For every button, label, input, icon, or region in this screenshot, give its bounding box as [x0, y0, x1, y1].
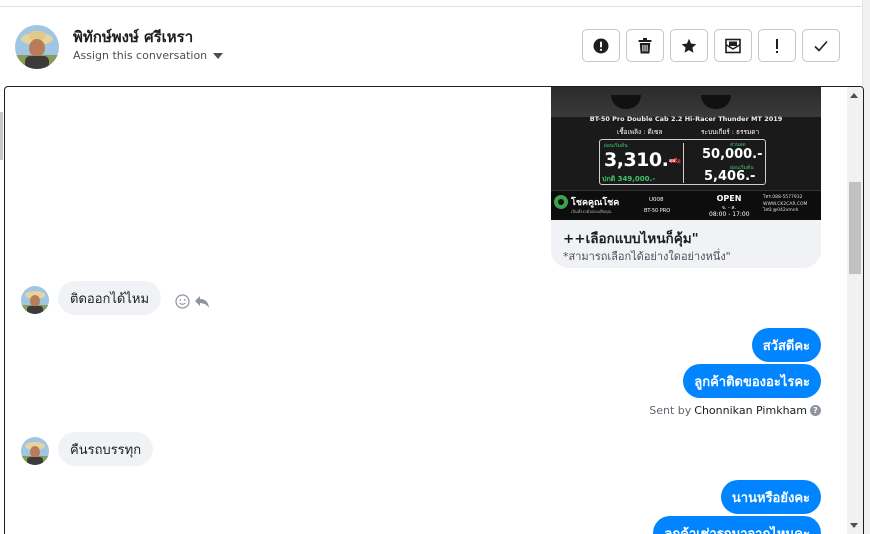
follow-up-button[interactable] — [758, 29, 796, 62]
mark-unread-button[interactable] — [714, 29, 752, 62]
message-actions — [175, 294, 210, 309]
tyre-shape — [701, 95, 731, 109]
promo-card[interactable]: BT-50 Pro Double Cab 2.2 Hi-Racer Thunde… — [551, 87, 821, 268]
promo-card-title: ++เลือกแบบไหนก็คุ้ม" — [563, 231, 699, 247]
contact-avatar-small[interactable] — [21, 286, 49, 314]
message-thread[interactable]: BT-50 Pro Double Cab 2.2 Hi-Racer Thunde… — [4, 86, 864, 534]
fuel-spec: เชื้อเพลิง : ดีเซล — [617, 128, 663, 136]
contact-avatar-small[interactable] — [21, 437, 49, 465]
sidebar-edge — [0, 112, 3, 160]
mark-done-button[interactable] — [802, 29, 840, 62]
sent-by-name: Chonnikan Pimkham — [694, 404, 807, 417]
star-button[interactable] — [670, 29, 708, 62]
car-image-area — [551, 87, 821, 117]
tyre-shape — [611, 95, 641, 109]
assign-label: Assign this conversation — [73, 49, 208, 62]
dealer-logo-icon — [554, 195, 568, 209]
scrollbar[interactable] — [847, 87, 863, 534]
assign-conversation-dropdown[interactable]: Assign this conversation — [73, 49, 224, 62]
star-icon — [681, 38, 697, 53]
incoming-message[interactable]: ติดออกได้ไหม — [58, 281, 162, 315]
question-mark-icon[interactable]: ? — [810, 405, 821, 416]
exclamation-circle-icon — [593, 38, 609, 53]
mark-spam-button[interactable] — [582, 29, 620, 62]
dealer-contact: โทร.088-5577932 WWW.CK2CAR.COM ไลน์:@042… — [763, 195, 807, 215]
price-box: ผ่อนเริ่มต้น 3,310.- หรือ ปกติ 349,000.-… — [599, 139, 766, 185]
monthly-price: 3,310.- — [604, 149, 676, 171]
scrollbar-thumb[interactable] — [849, 182, 861, 274]
outgoing-message[interactable]: ลูกค้าติดของอะไรคะ — [683, 364, 821, 398]
contact-avatar[interactable] — [15, 25, 59, 69]
car-model-short: BT-50 PRO — [644, 208, 671, 214]
outgoing-message[interactable]: นานหรือยังคะ — [720, 480, 821, 514]
checkmark-icon — [814, 40, 828, 52]
car-code: U008 — [649, 197, 664, 203]
contact-line: ไลน์:@042vmnh — [763, 208, 799, 213]
scroll-up-arrow-icon[interactable] — [850, 93, 858, 98]
car-model-line: BT-50 Pro Double Cab 2.2 Hi-Racer Thunde… — [589, 115, 783, 123]
dealer-tagline: เป็นทั้งรถมือสองเพื่อคุณ — [571, 209, 612, 214]
promo-card-subtitle: *สามารถเลือกได้อย่างใดอย่างหนึ่ง" — [563, 250, 731, 263]
promo-image[interactable]: BT-50 Pro Double Cab 2.2 Hi-Racer Thunde… — [551, 87, 821, 220]
gear-spec: ระบบเกียร์ : ธรรมดา — [701, 128, 760, 136]
sent-by-label: Sent by Chonnikan Pimkham ? — [649, 404, 821, 417]
or-text: หรือ — [670, 158, 681, 165]
open-label: OPEN — [716, 194, 742, 203]
price-divider — [683, 143, 684, 183]
discount-value: 50,000.- — [702, 147, 763, 162]
contact-name[interactable]: พิทักษ์พงษ์ ศรีเหรา — [73, 25, 193, 49]
delete-button[interactable] — [626, 29, 664, 62]
trash-icon — [638, 37, 652, 53]
conversation-header: พิทักษ์พงษ์ ศรีเหรา Assign this conversa… — [0, 7, 862, 87]
dealer-name: โชคคูณโชค — [571, 198, 620, 208]
incoming-message[interactable]: คืนรถบรรทุก — [58, 432, 154, 466]
reply-icon[interactable] — [194, 295, 210, 309]
open-hours: 08:00 - 17:00 — [709, 211, 750, 218]
normal-price: ปกติ 349,000.- — [602, 175, 656, 183]
outgoing-message[interactable]: ลูกค้าเช่ารถมาจากไหนคะ — [653, 516, 821, 534]
smiley-icon[interactable] — [175, 294, 190, 309]
scroll-down-arrow-icon[interactable] — [850, 523, 858, 528]
contact-phone: โทร.088-5577932 — [763, 195, 803, 200]
second-price: 5,406.- — [704, 169, 756, 184]
outgoing-message[interactable]: สวัสดีคะ — [751, 328, 821, 362]
caret-down-icon — [213, 52, 224, 59]
promo-footer: โชคคูณโชค เป็นทั้งรถมือสองเพื่อคุณ U008 … — [551, 190, 821, 220]
envelope-icon — [725, 38, 741, 53]
sent-by-prefix: Sent by — [649, 404, 692, 417]
exclamation-icon — [776, 38, 778, 53]
toolbar — [582, 29, 840, 62]
